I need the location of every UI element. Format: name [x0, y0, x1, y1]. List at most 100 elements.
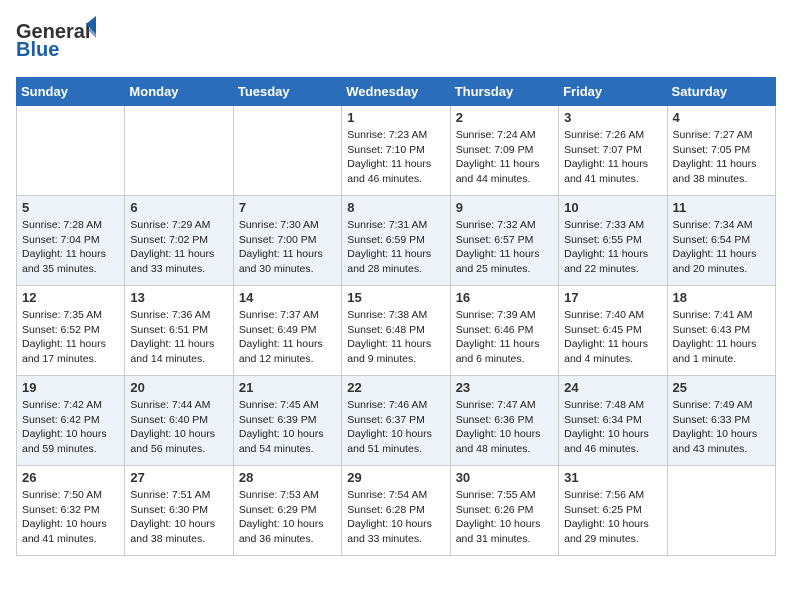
calendar-week-row: 1Sunrise: 7:23 AM Sunset: 7:10 PM Daylig… [17, 106, 776, 196]
day-number: 5 [22, 200, 119, 215]
day-number: 11 [673, 200, 770, 215]
calendar-day-4: 4 Sunrise: 7:27 AM Sunset: 7:05 PM Daylig… [667, 106, 775, 196]
weekday-header-thursday: Thursday [450, 78, 558, 106]
calendar-day-3: 3 Sunrise: 7:26 AM Sunset: 7:07 PM Daylig… [559, 106, 667, 196]
day-info: Sunrise: 7:46 AM Sunset: 6:37 PM Dayligh… [347, 398, 444, 457]
calendar-day-15: 15 Sunrise: 7:38 AM Sunset: 6:48 PM Dayli… [342, 286, 450, 376]
calendar-day-30: 30 Sunrise: 7:55 AM Sunset: 6:26 PM Dayli… [450, 466, 558, 556]
logo-icon: General Blue [16, 16, 96, 60]
day-info: Sunrise: 7:41 AM Sunset: 6:43 PM Dayligh… [673, 308, 770, 367]
calendar-day-19: 19 Sunrise: 7:42 AM Sunset: 6:42 PM Dayli… [17, 376, 125, 466]
day-number: 22 [347, 380, 444, 395]
day-info: Sunrise: 7:37 AM Sunset: 6:49 PM Dayligh… [239, 308, 336, 367]
day-info: Sunrise: 7:44 AM Sunset: 6:40 PM Dayligh… [130, 398, 227, 457]
calendar-day-8: 8Sunrise: 7:31 AM Sunset: 6:59 PM Daylig… [342, 196, 450, 286]
calendar-day-6: 6Sunrise: 7:29 AM Sunset: 7:02 PM Daylig… [125, 196, 233, 286]
calendar-day-31: 31 Sunrise: 7:56 AM Sunset: 6:25 PM Dayli… [559, 466, 667, 556]
day-number: 7 [239, 200, 336, 215]
calendar-day-20: 20Sunrise: 7:44 AM Sunset: 6:40 PM Dayli… [125, 376, 233, 466]
weekday-header-row: SundayMondayTuesdayWednesdayThursdayFrid… [17, 78, 776, 106]
day-info: Sunrise: 7:49 AM Sunset: 6:33 PM Dayligh… [673, 398, 770, 457]
calendar-day-25: 25 Sunrise: 7:49 AM Sunset: 6:33 PM Dayli… [667, 376, 775, 466]
day-info: Sunrise: 7:42 AM Sunset: 6:42 PM Dayligh… [22, 398, 119, 457]
day-info: Sunrise: 7:51 AM Sunset: 6:30 PM Dayligh… [130, 488, 227, 547]
weekday-header-saturday: Saturday [667, 78, 775, 106]
calendar-day-17: 17 Sunrise: 7:40 AM Sunset: 6:45 PM Dayli… [559, 286, 667, 376]
day-info: Sunrise: 7:36 AM Sunset: 6:51 PM Dayligh… [130, 308, 227, 367]
day-number: 29 [347, 470, 444, 485]
day-number: 28 [239, 470, 336, 485]
day-number: 16 [456, 290, 553, 305]
calendar-day-5: 5 Sunrise: 7:28 AM Sunset: 7:04 PM Daylig… [17, 196, 125, 286]
calendar-day-18: 18 Sunrise: 7:41 AM Sunset: 6:43 PM Dayli… [667, 286, 775, 376]
calendar-week-row: 19 Sunrise: 7:42 AM Sunset: 6:42 PM Dayli… [17, 376, 776, 466]
day-info: Sunrise: 7:27 AM Sunset: 7:05 PM Dayligh… [673, 128, 770, 187]
calendar-day-9: 9 Sunrise: 7:32 AM Sunset: 6:57 PM Daylig… [450, 196, 558, 286]
day-info: Sunrise: 7:50 AM Sunset: 6:32 PM Dayligh… [22, 488, 119, 547]
calendar-empty [17, 106, 125, 196]
day-info: Sunrise: 7:39 AM Sunset: 6:46 PM Dayligh… [456, 308, 553, 367]
page-header: General Blue [16, 16, 776, 65]
calendar-day-1: 1Sunrise: 7:23 AM Sunset: 7:10 PM Daylig… [342, 106, 450, 196]
day-info: Sunrise: 7:29 AM Sunset: 7:02 PM Dayligh… [130, 218, 227, 277]
day-info: Sunrise: 7:24 AM Sunset: 7:09 PM Dayligh… [456, 128, 553, 187]
day-number: 19 [22, 380, 119, 395]
day-number: 15 [347, 290, 444, 305]
day-info: Sunrise: 7:45 AM Sunset: 6:39 PM Dayligh… [239, 398, 336, 457]
calendar-week-row: 12 Sunrise: 7:35 AM Sunset: 6:52 PM Dayli… [17, 286, 776, 376]
calendar-day-7: 7Sunrise: 7:30 AM Sunset: 7:00 PM Daylig… [233, 196, 341, 286]
day-info: Sunrise: 7:55 AM Sunset: 6:26 PM Dayligh… [456, 488, 553, 547]
calendar-table: SundayMondayTuesdayWednesdayThursdayFrid… [16, 77, 776, 556]
calendar-day-24: 24 Sunrise: 7:48 AM Sunset: 6:34 PM Dayli… [559, 376, 667, 466]
logo: General Blue [16, 16, 96, 65]
day-number: 3 [564, 110, 661, 125]
day-info: Sunrise: 7:48 AM Sunset: 6:34 PM Dayligh… [564, 398, 661, 457]
day-info: Sunrise: 7:53 AM Sunset: 6:29 PM Dayligh… [239, 488, 336, 547]
day-number: 4 [673, 110, 770, 125]
calendar-empty [233, 106, 341, 196]
day-number: 12 [22, 290, 119, 305]
day-info: Sunrise: 7:28 AM Sunset: 7:04 PM Dayligh… [22, 218, 119, 277]
weekday-header-friday: Friday [559, 78, 667, 106]
day-info: Sunrise: 7:26 AM Sunset: 7:07 PM Dayligh… [564, 128, 661, 187]
calendar-day-14: 14 Sunrise: 7:37 AM Sunset: 6:49 PM Dayli… [233, 286, 341, 376]
weekday-header-wednesday: Wednesday [342, 78, 450, 106]
calendar-day-26: 26Sunrise: 7:50 AM Sunset: 6:32 PM Dayli… [17, 466, 125, 556]
day-number: 9 [456, 200, 553, 215]
day-number: 30 [456, 470, 553, 485]
day-number: 13 [130, 290, 227, 305]
weekday-header-tuesday: Tuesday [233, 78, 341, 106]
day-number: 31 [564, 470, 661, 485]
calendar-day-11: 11 Sunrise: 7:34 AM Sunset: 6:54 PM Dayli… [667, 196, 775, 286]
calendar-day-21: 21 Sunrise: 7:45 AM Sunset: 6:39 PM Dayli… [233, 376, 341, 466]
day-number: 24 [564, 380, 661, 395]
weekday-header-monday: Monday [125, 78, 233, 106]
calendar-day-29: 29 Sunrise: 7:54 AM Sunset: 6:28 PM Dayli… [342, 466, 450, 556]
calendar-day-2: 2 Sunrise: 7:24 AM Sunset: 7:09 PM Daylig… [450, 106, 558, 196]
day-number: 14 [239, 290, 336, 305]
day-number: 25 [673, 380, 770, 395]
calendar-day-10: 10Sunrise: 7:33 AM Sunset: 6:55 PM Dayli… [559, 196, 667, 286]
day-info: Sunrise: 7:54 AM Sunset: 6:28 PM Dayligh… [347, 488, 444, 547]
day-number: 8 [347, 200, 444, 215]
day-info: Sunrise: 7:34 AM Sunset: 6:54 PM Dayligh… [673, 218, 770, 277]
calendar-empty [667, 466, 775, 556]
day-number: 21 [239, 380, 336, 395]
day-number: 17 [564, 290, 661, 305]
day-info: Sunrise: 7:35 AM Sunset: 6:52 PM Dayligh… [22, 308, 119, 367]
day-info: Sunrise: 7:40 AM Sunset: 6:45 PM Dayligh… [564, 308, 661, 367]
calendar-day-13: 13 Sunrise: 7:36 AM Sunset: 6:51 PM Dayli… [125, 286, 233, 376]
day-number: 27 [130, 470, 227, 485]
calendar-day-27: 27 Sunrise: 7:51 AM Sunset: 6:30 PM Dayli… [125, 466, 233, 556]
day-number: 2 [456, 110, 553, 125]
calendar-day-22: 22 Sunrise: 7:46 AM Sunset: 6:37 PM Dayli… [342, 376, 450, 466]
day-info: Sunrise: 7:23 AM Sunset: 7:10 PM Dayligh… [347, 128, 444, 187]
svg-text:Blue: Blue [16, 39, 59, 60]
calendar-empty [125, 106, 233, 196]
weekday-header-sunday: Sunday [17, 78, 125, 106]
day-info: Sunrise: 7:32 AM Sunset: 6:57 PM Dayligh… [456, 218, 553, 277]
day-number: 18 [673, 290, 770, 305]
calendar-day-16: 16 Sunrise: 7:39 AM Sunset: 6:46 PM Dayli… [450, 286, 558, 376]
day-info: Sunrise: 7:38 AM Sunset: 6:48 PM Dayligh… [347, 308, 444, 367]
day-info: Sunrise: 7:56 AM Sunset: 6:25 PM Dayligh… [564, 488, 661, 547]
